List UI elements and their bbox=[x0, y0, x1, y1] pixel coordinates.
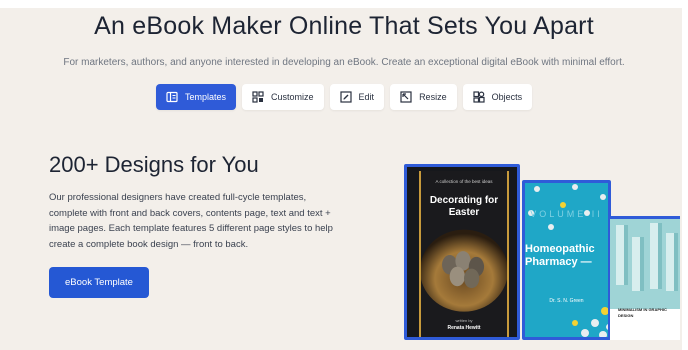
cover-homeopathic-pharmacy[interactable]: VOLUME II Homeopathic Pharmacy — Dr. S. … bbox=[522, 180, 611, 340]
cover-volume: VOLUME II bbox=[530, 209, 603, 219]
tab-label: Edit bbox=[358, 92, 375, 102]
section-title: 200+ Designs for You bbox=[49, 152, 259, 177]
cover-frame: A collection of the best ideas Decoratin… bbox=[419, 171, 509, 337]
ebook-template-button[interactable]: eBook Template bbox=[49, 267, 149, 298]
cover-title: MINIMALISM IN GRAPHIC DESIGN bbox=[618, 307, 667, 318]
tab-edit[interactable]: Edit bbox=[329, 84, 385, 110]
right-edge bbox=[682, 0, 688, 350]
cover-tagline: A collection of the best ideas bbox=[435, 179, 493, 184]
cover-title: Homeopathic Pharmacy — bbox=[525, 243, 595, 268]
tab-resize[interactable]: Resize bbox=[390, 84, 457, 110]
tab-customize[interactable]: Customize bbox=[242, 84, 324, 110]
templates-icon bbox=[166, 91, 178, 103]
cover-author: Dr. S. N. Green bbox=[549, 298, 584, 304]
edit-icon bbox=[339, 91, 352, 103]
tab-label: Customize bbox=[271, 92, 314, 102]
cover-title: Decorating for Easter bbox=[429, 195, 499, 218]
objects-icon bbox=[472, 91, 485, 103]
section-body: Our professional designers have created … bbox=[49, 192, 333, 250]
hero-title: An eBook Maker Online That Sets You Apar… bbox=[94, 12, 594, 40]
feature-tabs: Templates Customize Edit Resize Objects bbox=[156, 84, 533, 110]
tab-templates[interactable]: Templates bbox=[156, 84, 237, 110]
cover-author: Renata Hewitt bbox=[447, 325, 481, 331]
cover-byline: written by bbox=[455, 318, 473, 323]
columns-illustration bbox=[610, 219, 680, 309]
tab-label: Resize bbox=[419, 92, 447, 102]
tab-label: Templates bbox=[185, 92, 227, 102]
top-strip bbox=[0, 0, 688, 8]
cover-decorating-for-easter[interactable]: A collection of the best ideas Decoratin… bbox=[404, 164, 520, 340]
tab-label: Objects bbox=[491, 92, 523, 102]
resize-icon bbox=[400, 91, 412, 103]
hero-subtitle: For marketers, authors, and anyone inter… bbox=[63, 57, 625, 68]
customize-icon bbox=[252, 91, 264, 103]
cover-minimalism[interactable]: MINIMALISM IN GRAPHIC DESIGN bbox=[608, 216, 680, 340]
tab-objects[interactable]: Objects bbox=[462, 84, 533, 110]
